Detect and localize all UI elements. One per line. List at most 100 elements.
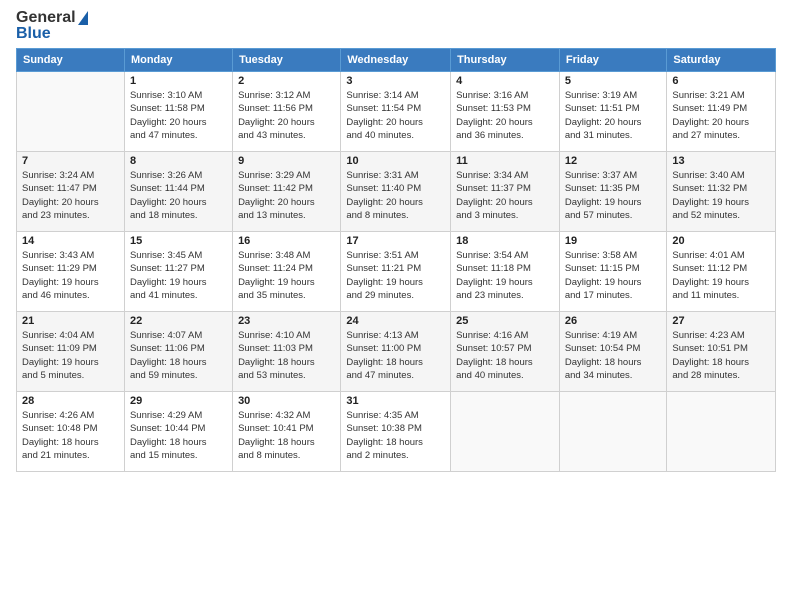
day-number: 12	[565, 155, 662, 167]
calendar-cell	[667, 392, 776, 472]
calendar-cell: 18 Sunrise: 3:54 AM Sunset: 11:18 PM Dayl…	[451, 232, 560, 312]
calendar-cell: 9 Sunrise: 3:29 AM Sunset: 11:42 PM Dayli…	[233, 152, 341, 232]
calendar-cell: 10 Sunrise: 3:31 AM Sunset: 11:40 PM Dayl…	[341, 152, 451, 232]
day-number: 28	[22, 395, 119, 407]
day-number: 8	[130, 155, 227, 167]
day-number: 9	[238, 155, 335, 167]
day-info: Sunrise: 3:31 AM Sunset: 11:40 PM Daylig…	[346, 169, 445, 222]
page: General Blue SundayMondayTuesdayWednesda…	[0, 0, 792, 612]
day-info: Sunrise: 4:19 AM Sunset: 10:54 PM Daylig…	[565, 329, 662, 382]
calendar-cell: 24 Sunrise: 4:13 AM Sunset: 11:00 PM Dayl…	[341, 312, 451, 392]
weekday-header-monday: Monday	[124, 49, 232, 72]
day-info: Sunrise: 4:10 AM Sunset: 11:03 PM Daylig…	[238, 329, 335, 382]
calendar-table: SundayMondayTuesdayWednesdayThursdayFrid…	[16, 48, 776, 472]
day-info: Sunrise: 3:51 AM Sunset: 11:21 PM Daylig…	[346, 249, 445, 302]
day-info: Sunrise: 3:37 AM Sunset: 11:35 PM Daylig…	[565, 169, 662, 222]
day-number: 29	[130, 395, 227, 407]
weekday-header-tuesday: Tuesday	[233, 49, 341, 72]
calendar-cell: 28 Sunrise: 4:26 AM Sunset: 10:48 PM Dayl…	[17, 392, 125, 472]
day-info: Sunrise: 4:04 AM Sunset: 11:09 PM Daylig…	[22, 329, 119, 382]
calendar-cell: 15 Sunrise: 3:45 AM Sunset: 11:27 PM Dayl…	[124, 232, 232, 312]
day-info: Sunrise: 3:43 AM Sunset: 11:29 PM Daylig…	[22, 249, 119, 302]
calendar-cell: 17 Sunrise: 3:51 AM Sunset: 11:21 PM Dayl…	[341, 232, 451, 312]
calendar-cell: 11 Sunrise: 3:34 AM Sunset: 11:37 PM Dayl…	[451, 152, 560, 232]
day-number: 7	[22, 155, 119, 167]
weekday-header-sunday: Sunday	[17, 49, 125, 72]
calendar-week-2: 14 Sunrise: 3:43 AM Sunset: 11:29 PM Dayl…	[17, 232, 776, 312]
calendar-week-0: 1 Sunrise: 3:10 AM Sunset: 11:58 PM Dayli…	[17, 72, 776, 152]
day-number: 24	[346, 315, 445, 327]
weekday-header-row: SundayMondayTuesdayWednesdayThursdayFrid…	[17, 49, 776, 72]
day-number: 5	[565, 75, 662, 87]
day-info: Sunrise: 3:16 AM Sunset: 11:53 PM Daylig…	[456, 89, 554, 142]
day-number: 19	[565, 235, 662, 247]
day-number: 13	[672, 155, 770, 167]
day-info: Sunrise: 3:24 AM Sunset: 11:47 PM Daylig…	[22, 169, 119, 222]
day-info: Sunrise: 4:29 AM Sunset: 10:44 PM Daylig…	[130, 409, 227, 462]
calendar-week-4: 28 Sunrise: 4:26 AM Sunset: 10:48 PM Dayl…	[17, 392, 776, 472]
day-number: 16	[238, 235, 335, 247]
calendar-cell: 25Sunrise: 4:16 AM Sunset: 10:57 PM Dayl…	[451, 312, 560, 392]
day-info: Sunrise: 3:10 AM Sunset: 11:58 PM Daylig…	[130, 89, 227, 142]
calendar-cell: 6 Sunrise: 3:21 AM Sunset: 11:49 PM Dayli…	[667, 72, 776, 152]
day-number: 10	[346, 155, 445, 167]
day-number: 11	[456, 155, 554, 167]
day-info: Sunrise: 3:34 AM Sunset: 11:37 PM Daylig…	[456, 169, 554, 222]
day-number: 14	[22, 235, 119, 247]
calendar-cell: 31Sunrise: 4:35 AM Sunset: 10:38 PM Dayl…	[341, 392, 451, 472]
calendar-cell: 5 Sunrise: 3:19 AM Sunset: 11:51 PM Dayli…	[559, 72, 667, 152]
calendar-cell	[451, 392, 560, 472]
day-info: Sunrise: 3:21 AM Sunset: 11:49 PM Daylig…	[672, 89, 770, 142]
calendar-cell: 30Sunrise: 4:32 AM Sunset: 10:41 PM Dayl…	[233, 392, 341, 472]
day-info: Sunrise: 3:58 AM Sunset: 11:15 PM Daylig…	[565, 249, 662, 302]
calendar-cell: 26 Sunrise: 4:19 AM Sunset: 10:54 PM Dayl…	[559, 312, 667, 392]
calendar-cell: 13Sunrise: 3:40 AM Sunset: 11:32 PM Dayl…	[667, 152, 776, 232]
day-info: Sunrise: 3:19 AM Sunset: 11:51 PM Daylig…	[565, 89, 662, 142]
day-number: 6	[672, 75, 770, 87]
day-info: Sunrise: 3:14 AM Sunset: 11:54 PM Daylig…	[346, 89, 445, 142]
day-number: 15	[130, 235, 227, 247]
day-number: 3	[346, 75, 445, 87]
day-number: 26	[565, 315, 662, 327]
calendar-cell: 8 Sunrise: 3:26 AM Sunset: 11:44 PM Dayli…	[124, 152, 232, 232]
day-info: Sunrise: 3:54 AM Sunset: 11:18 PM Daylig…	[456, 249, 554, 302]
day-number: 25	[456, 315, 554, 327]
day-info: Sunrise: 4:07 AM Sunset: 11:06 PM Daylig…	[130, 329, 227, 382]
calendar-cell: 12 Sunrise: 3:37 AM Sunset: 11:35 PM Dayl…	[559, 152, 667, 232]
calendar-cell: 29 Sunrise: 4:29 AM Sunset: 10:44 PM Dayl…	[124, 392, 232, 472]
day-info: Sunrise: 4:26 AM Sunset: 10:48 PM Daylig…	[22, 409, 119, 462]
calendar-cell	[17, 72, 125, 152]
weekday-header-thursday: Thursday	[451, 49, 560, 72]
day-number: 22	[130, 315, 227, 327]
calendar-cell: 21Sunrise: 4:04 AM Sunset: 11:09 PM Dayl…	[17, 312, 125, 392]
day-number: 1	[130, 75, 227, 87]
day-number: 20	[672, 235, 770, 247]
calendar-week-1: 7 Sunrise: 3:24 AM Sunset: 11:47 PM Dayli…	[17, 152, 776, 232]
day-number: 31	[346, 395, 445, 407]
calendar-cell: 1 Sunrise: 3:10 AM Sunset: 11:58 PM Dayli…	[124, 72, 232, 152]
header: General Blue	[16, 10, 776, 42]
day-info: Sunrise: 3:48 AM Sunset: 11:24 PM Daylig…	[238, 249, 335, 302]
logo: General Blue	[16, 10, 88, 42]
day-number: 18	[456, 235, 554, 247]
day-info: Sunrise: 3:29 AM Sunset: 11:42 PM Daylig…	[238, 169, 335, 222]
calendar-cell: 16 Sunrise: 3:48 AM Sunset: 11:24 PM Dayl…	[233, 232, 341, 312]
day-number: 2	[238, 75, 335, 87]
day-number: 30	[238, 395, 335, 407]
day-number: 27	[672, 315, 770, 327]
calendar-cell: 3 Sunrise: 3:14 AM Sunset: 11:54 PM Dayli…	[341, 72, 451, 152]
day-info: Sunrise: 3:45 AM Sunset: 11:27 PM Daylig…	[130, 249, 227, 302]
day-info: Sunrise: 4:01 AM Sunset: 11:12 PM Daylig…	[672, 249, 770, 302]
calendar-cell: 19 Sunrise: 3:58 AM Sunset: 11:15 PM Dayl…	[559, 232, 667, 312]
calendar-cell: 14 Sunrise: 3:43 AM Sunset: 11:29 PM Dayl…	[17, 232, 125, 312]
day-number: 23	[238, 315, 335, 327]
day-info: Sunrise: 3:26 AM Sunset: 11:44 PM Daylig…	[130, 169, 227, 222]
day-info: Sunrise: 4:13 AM Sunset: 11:00 PM Daylig…	[346, 329, 445, 382]
day-number: 4	[456, 75, 554, 87]
calendar-cell: 7 Sunrise: 3:24 AM Sunset: 11:47 PM Dayli…	[17, 152, 125, 232]
calendar-cell: 23 Sunrise: 4:10 AM Sunset: 11:03 PM Dayl…	[233, 312, 341, 392]
day-number: 17	[346, 235, 445, 247]
day-info: Sunrise: 4:23 AM Sunset: 10:51 PM Daylig…	[672, 329, 770, 382]
calendar-cell	[559, 392, 667, 472]
calendar-week-3: 21Sunrise: 4:04 AM Sunset: 11:09 PM Dayl…	[17, 312, 776, 392]
